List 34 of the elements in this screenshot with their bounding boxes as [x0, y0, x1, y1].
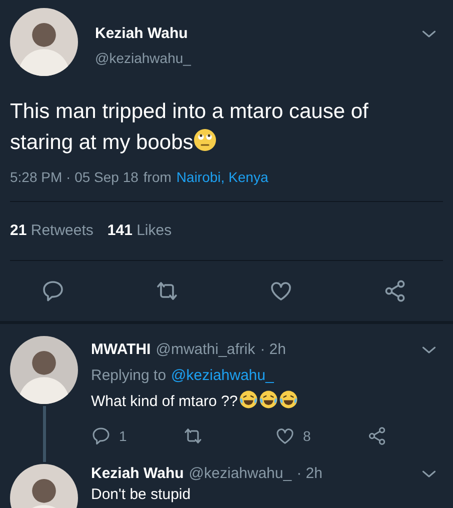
source-label: from: [143, 168, 172, 187]
author-handle[interactable]: @keziahwahu_: [95, 48, 419, 68]
author-name: Keziah Wahu: [95, 24, 189, 44]
reply-author-handle[interactable]: @mwathi_afrik: [156, 340, 256, 360]
avatar-icon: [10, 336, 78, 404]
reply-author-handle[interactable]: @keziahwahu_: [188, 464, 292, 484]
reply-count: 1: [119, 426, 127, 446]
share-icon[interactable]: [383, 279, 407, 303]
location-link[interactable]: Nairobi, Kenya: [176, 167, 268, 187]
heart-icon[interactable]: [269, 279, 293, 303]
heart-icon[interactable]: [275, 426, 295, 446]
reply-author-name: Keziah Wahu: [91, 464, 184, 484]
avatar-icon: [10, 8, 78, 76]
reply-age: · 2h: [260, 340, 286, 360]
laughing-crying-emoji-icon: [258, 390, 278, 409]
laughing-crying-emoji-icon: [238, 390, 258, 409]
reply-text: Don't be stupid: [91, 485, 192, 505]
tweet-text: This man tripped into a mtaro cause of staring at my boobs: [9, 99, 370, 156]
share-icon[interactable]: [367, 426, 387, 446]
retweet-icon[interactable]: [155, 279, 179, 303]
tweet-timestamp: 5:28 PM · 05 Sep 18: [10, 168, 138, 187]
reply-text: What kind of mtaro ??: [91, 390, 443, 412]
mention-link[interactable]: @keziahwahu_: [171, 366, 274, 386]
reply-icon[interactable]: [91, 426, 111, 446]
like-count: 8: [303, 426, 311, 446]
reply-age: · 2h: [296, 464, 322, 484]
retweet-icon[interactable]: [183, 426, 203, 446]
reply-author-name: MWATHI: [91, 340, 151, 360]
stat-link[interactable]: 21 Retweets: [10, 220, 94, 242]
replying-label: Replying to: [91, 366, 166, 386]
laughing-crying-emoji-icon: [278, 390, 298, 409]
rolling-eyes-emoji-icon: [193, 128, 218, 152]
stat-link[interactable]: 141 Likes: [107, 220, 172, 242]
reply-icon[interactable]: [41, 279, 65, 303]
